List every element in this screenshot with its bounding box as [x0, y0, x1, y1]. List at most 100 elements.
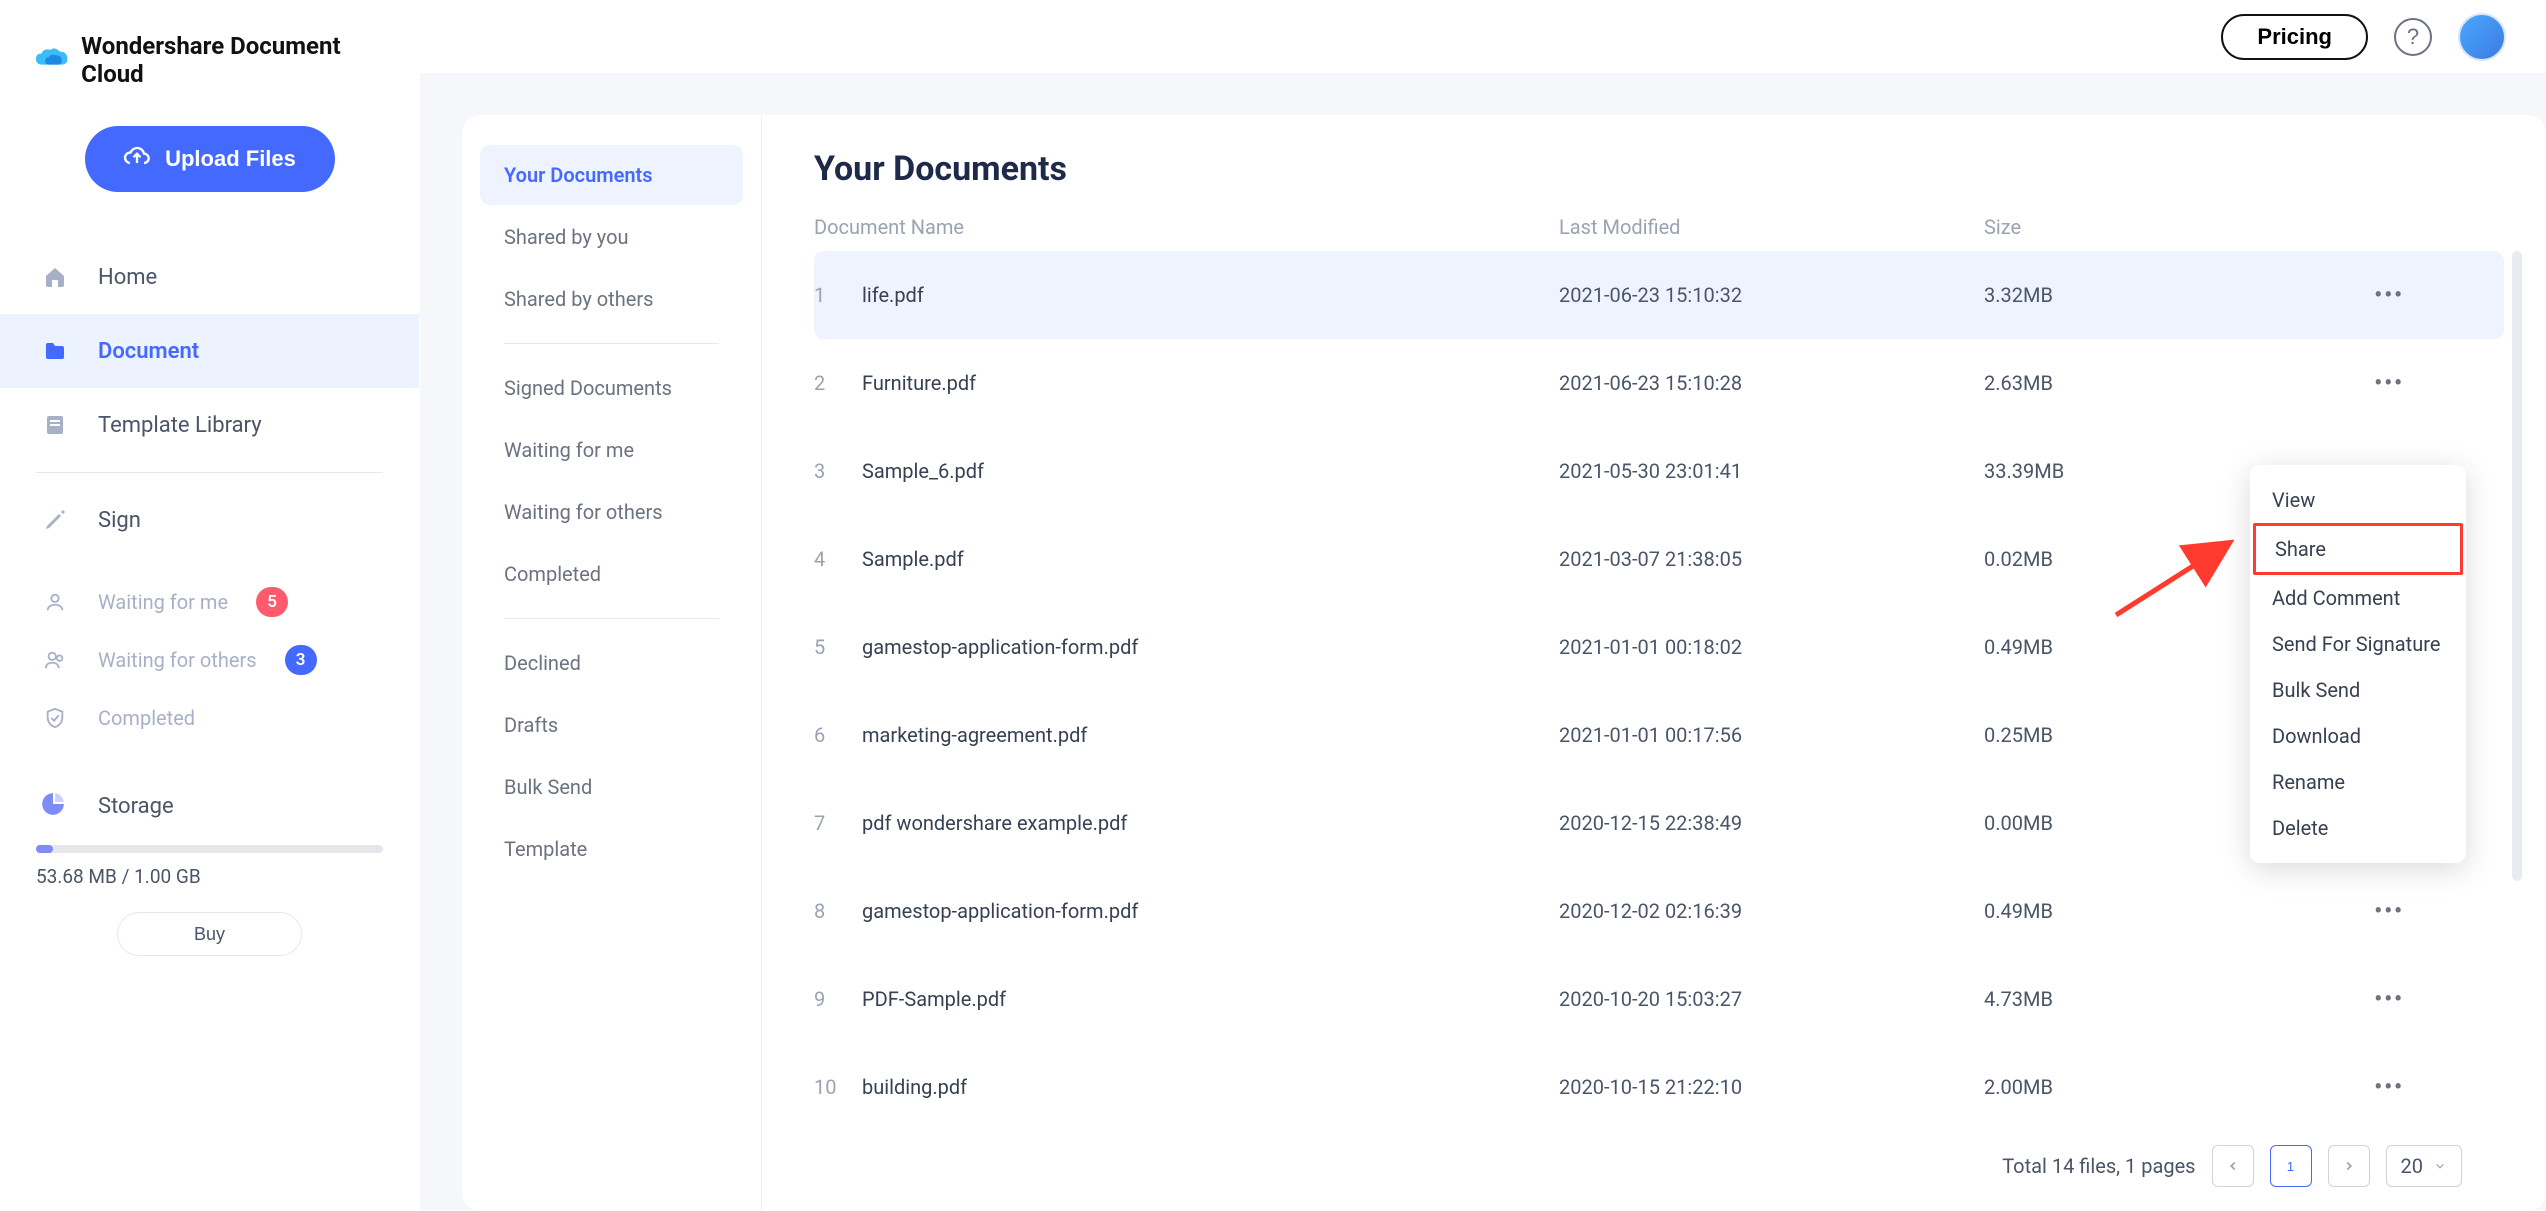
- ctx-bulk-send[interactable]: Bulk Send: [2250, 667, 2466, 713]
- table-row[interactable]: 2Furniture.pdf2021-06-23 15:10:282.63MB•…: [814, 339, 2504, 427]
- storage-label: Storage: [98, 794, 174, 819]
- nav-template-label: Template Library: [98, 413, 262, 438]
- ctx-send-for-signature[interactable]: Send For Signature: [2250, 621, 2466, 667]
- storage-text: 53.68 MB / 1.00 GB: [36, 865, 383, 888]
- dots-icon: •••: [2374, 899, 2404, 924]
- ctx-delete[interactable]: Delete: [2250, 805, 2466, 851]
- sub-signed-documents[interactable]: Signed Documents: [480, 358, 743, 418]
- storage-fill: [36, 845, 53, 853]
- nav-waiting-for-me[interactable]: Waiting for me 5: [0, 573, 419, 631]
- row-index: 10: [814, 1075, 862, 1099]
- sub-completed[interactable]: Completed: [480, 544, 743, 604]
- row-size: 0.49MB: [1984, 899, 2304, 923]
- waiting-for-others-badge: 3: [285, 645, 317, 675]
- row-name: Sample.pdf: [862, 547, 1559, 571]
- row-more-button[interactable]: •••: [2304, 283, 2404, 308]
- nav-sign[interactable]: Sign: [0, 483, 419, 557]
- table-footer: Total 14 files, 1 pages 1 20: [814, 1131, 2504, 1211]
- sub-shared-by-others[interactable]: Shared by others: [480, 269, 743, 329]
- col-document-name[interactable]: Document Name: [814, 215, 1559, 239]
- row-name: marketing-agreement.pdf: [862, 723, 1559, 747]
- topbar: Pricing ?: [420, 0, 2546, 73]
- buy-button[interactable]: Buy: [117, 912, 302, 956]
- sub-waiting-for-me[interactable]: Waiting for me: [480, 420, 743, 480]
- sub-waiting-for-others[interactable]: Waiting for others: [480, 482, 743, 542]
- row-index: 4: [814, 547, 862, 571]
- table-row[interactable]: 10building.pdf2020-10-15 21:22:102.00MB•…: [814, 1043, 2504, 1131]
- nav-waiting-for-others-label: Waiting for others: [98, 648, 257, 672]
- home-icon: [40, 262, 70, 292]
- row-size: 2.00MB: [1984, 1075, 2304, 1099]
- row-date: 2021-06-23 15:10:32: [1559, 283, 1984, 307]
- row-index: 5: [814, 635, 862, 659]
- documents-sub-sidebar: Your Documents Shared by you Shared by o…: [462, 115, 762, 1211]
- row-date: 2020-12-15 22:38:49: [1559, 811, 1984, 835]
- row-index: 3: [814, 459, 862, 483]
- nav-document-label: Document: [98, 339, 199, 364]
- table-row[interactable]: 1life.pdf2021-06-23 15:10:323.32MB•••: [814, 251, 2504, 339]
- row-name: gamestop-application-form.pdf: [862, 635, 1559, 659]
- page-1-button[interactable]: 1: [2270, 1145, 2312, 1187]
- logo-row: Wondershare Document Cloud: [0, 0, 419, 112]
- col-last-modified[interactable]: Last Modified: [1559, 215, 1984, 239]
- row-name: Sample_6.pdf: [862, 459, 1559, 483]
- row-index: 2: [814, 371, 862, 395]
- nav-document[interactable]: Document: [0, 314, 419, 388]
- pricing-button[interactable]: Pricing: [2221, 14, 2368, 60]
- ctx-rename[interactable]: Rename: [2250, 759, 2466, 805]
- nav-waiting-for-me-label: Waiting for me: [98, 590, 228, 614]
- sub-bulk-send[interactable]: Bulk Send: [480, 757, 743, 817]
- chevron-down-icon: [2433, 1154, 2447, 1178]
- page-size-select[interactable]: 20: [2386, 1145, 2462, 1187]
- scrollbar[interactable]: [2512, 251, 2522, 881]
- row-name: life.pdf: [862, 283, 1559, 307]
- template-icon: [40, 410, 70, 440]
- pen-icon: [40, 505, 70, 535]
- table-row[interactable]: 8gamestop-application-form.pdf2020-12-02…: [814, 867, 2504, 955]
- upload-files-label: Upload Files: [165, 146, 296, 172]
- divider: [504, 343, 719, 344]
- storage-row[interactable]: Storage: [0, 747, 419, 831]
- folder-icon: [40, 336, 70, 366]
- row-name: Furniture.pdf: [862, 371, 1559, 395]
- ctx-share[interactable]: Share: [2253, 523, 2463, 575]
- shield-check-icon: [40, 703, 70, 733]
- sub-declined[interactable]: Declined: [480, 633, 743, 693]
- ctx-add-comment[interactable]: Add Comment: [2250, 575, 2466, 621]
- row-more-button[interactable]: •••: [2304, 899, 2404, 924]
- row-date: 2020-10-20 15:03:27: [1559, 987, 1984, 1011]
- sub-your-documents[interactable]: Your Documents: [480, 145, 743, 205]
- row-more-button[interactable]: •••: [2304, 987, 2404, 1012]
- row-index: 7: [814, 811, 862, 835]
- avatar[interactable]: [2458, 13, 2506, 61]
- sub-template[interactable]: Template: [480, 819, 743, 879]
- nav-home[interactable]: Home: [0, 240, 419, 314]
- row-more-button[interactable]: •••: [2304, 1075, 2404, 1100]
- row-index: 9: [814, 987, 862, 1011]
- row-index: 8: [814, 899, 862, 923]
- row-size: 4.73MB: [1984, 987, 2304, 1011]
- nav-completed-label: Completed: [98, 706, 195, 730]
- nav-template-library[interactable]: Template Library: [0, 388, 419, 462]
- prev-page-button[interactable]: [2212, 1145, 2254, 1187]
- ctx-view[interactable]: View: [2250, 477, 2466, 523]
- row-index: 1: [814, 283, 862, 307]
- nav-waiting-for-others[interactable]: Waiting for others 3: [0, 631, 419, 689]
- dots-icon: •••: [2374, 987, 2404, 1012]
- pie-chart-icon: [40, 791, 70, 821]
- table-row[interactable]: 9PDF-Sample.pdf2020-10-20 15:03:274.73MB…: [814, 955, 2504, 1043]
- next-page-button[interactable]: [2328, 1145, 2370, 1187]
- help-button[interactable]: ?: [2394, 18, 2432, 56]
- col-size[interactable]: Size: [1984, 215, 2304, 239]
- sub-shared-by-you[interactable]: Shared by you: [480, 207, 743, 267]
- storage-bar: [36, 845, 383, 853]
- nav-completed[interactable]: Completed: [0, 689, 419, 747]
- row-name: gamestop-application-form.pdf: [862, 899, 1559, 923]
- ctx-download[interactable]: Download: [2250, 713, 2466, 759]
- row-date: 2021-01-01 00:17:56: [1559, 723, 1984, 747]
- row-more-button[interactable]: •••: [2304, 371, 2404, 396]
- sub-drafts[interactable]: Drafts: [480, 695, 743, 755]
- upload-files-button[interactable]: Upload Files: [85, 126, 335, 192]
- nav-home-label: Home: [98, 265, 157, 290]
- dots-icon: •••: [2374, 1075, 2404, 1100]
